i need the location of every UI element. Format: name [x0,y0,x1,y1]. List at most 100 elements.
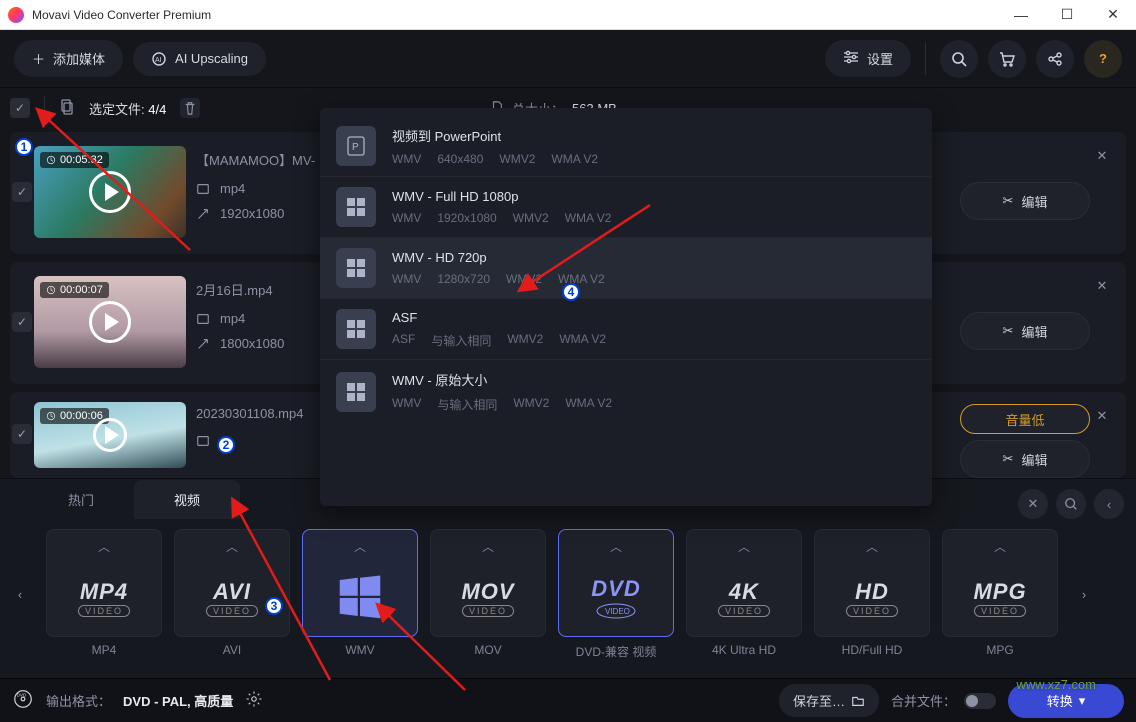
format-logo: MP4VIDEO [78,559,130,636]
watermark: www.xz7.com [1017,677,1096,692]
format-card[interactable]: ︿HDVIDEOHD/Full HD [814,529,930,660]
preset-row[interactable]: ASFASF与输入相同WMV2WMA V2 [320,299,932,360]
cart-button[interactable] [988,40,1026,78]
format-logo: MPGVIDEO [973,559,1026,636]
help-button[interactable]: ? [1084,40,1122,78]
window-titlebar: Movavi Video Converter Premium — ☐ ✕ [0,0,1136,30]
edit-button[interactable]: 编辑 [960,440,1090,478]
remove-file-button[interactable]: ✕ [1090,144,1114,168]
preset-row[interactable]: WMV - HD 720pWMV1280x720WMV2WMA V2 [320,238,932,299]
switch-icon [964,693,996,709]
file-format-icon [196,182,210,196]
format-card[interactable]: ︿4KVIDEO4K Ultra HD [686,529,802,660]
preset-text: WMV - HD 720pWMV1280x720WMV2WMA V2 [392,250,605,286]
select-all-checkbox[interactable]: ✓ [10,98,30,118]
convert-label: 转换 [1047,691,1073,710]
format-label: HD/Full HD [814,643,930,657]
cart-icon [999,51,1015,67]
format-box: ︿DVDVIDEO [558,529,674,637]
format-box: ︿MP4VIDEO [46,529,162,637]
file-format-icon [196,434,210,448]
format-label: MOV [430,643,546,657]
preset-row[interactable]: WMV - Full HD 1080pWMV1920x1080WMV2WMA V… [320,177,932,238]
chevron-up-icon: ︿ [482,538,494,555]
file-format: m [220,433,231,448]
scissors-icon [1003,323,1014,339]
search-icon [1064,497,1078,511]
file-checkbox[interactable]: ✓ [12,312,32,332]
search-button[interactable] [940,40,978,78]
format-logo: HDVIDEO [846,559,898,636]
merge-files-label: 合并文件： [891,691,956,710]
close-button[interactable]: ✕ [1090,0,1136,30]
maximize-button[interactable]: ☐ [1044,0,1090,30]
powerpoint-icon: P [336,126,376,166]
dvd-output-icon: DVD [12,688,34,713]
preset-title: ASF [392,310,606,325]
settings-label: 设置 [867,49,893,68]
windows-icon [336,309,376,349]
selected-files-text: 选定文件: 4/4 [89,99,166,118]
format-logo [333,559,387,636]
file-resolution: 1920x1080 [220,206,284,221]
preset-meta: WMV与输入相同WMV2WMA V2 [392,396,612,413]
preset-row[interactable]: P视频到 PowerPointWMV640x480WMV2WMA V2 [320,116,932,177]
search-format-button[interactable] [1056,489,1086,519]
share-button[interactable] [1036,40,1074,78]
output-settings-button[interactable] [245,690,263,711]
format-card[interactable]: ︿MP4VIDEO MP4 [46,529,162,660]
remove-file-button[interactable]: ✕ [1090,404,1114,428]
file-checkbox[interactable]: ✓ [12,424,32,444]
save-to-button[interactable]: 保存至… [779,684,879,717]
file-format-icon [196,312,210,326]
play-icon[interactable] [89,301,131,343]
audio-low-warning[interactable]: 音量低 [960,404,1090,434]
preset-row[interactable]: WMV - 原始大小WMV与输入相同WMV2WMA V2 [320,360,932,423]
windows-icon [336,248,376,288]
windows-icon [336,187,376,227]
merge-files-toggle[interactable]: 合并文件： [891,691,996,710]
tab-hot[interactable]: 热门 [28,480,134,519]
clock-icon [46,155,56,165]
tab-video[interactable]: 视频 [134,480,240,519]
file-thumbnail[interactable]: 00:05:32 [34,146,186,238]
format-card[interactable]: ︿MPGVIDEOMPG [942,529,1058,660]
settings-button[interactable]: 设置 [825,40,911,77]
carousel-prev[interactable]: ‹ [6,535,34,655]
format-label: 4K Ultra HD [686,643,802,657]
window-title: Movavi Video Converter Premium [32,8,211,22]
file-checkbox[interactable]: ✓ [12,182,32,202]
file-thumbnail[interactable]: 00:00:06 [34,402,186,468]
chevron-down-icon: ▾ [1079,693,1086,709]
preset-text: WMV - 原始大小WMV与输入相同WMV2WMA V2 [392,370,612,413]
carousel-next[interactable]: › [1070,535,1098,655]
ai-upscaling-button[interactable]: AI AI Upscaling [133,42,266,76]
preset-text: ASFASF与输入相同WMV2WMA V2 [392,310,606,349]
play-icon[interactable] [93,418,127,452]
delete-button[interactable] [180,98,200,118]
file-thumbnail[interactable]: 00:00:07 [34,276,186,368]
add-media-label: 添加媒体 [53,49,105,68]
minimize-button[interactable]: — [998,0,1044,30]
edit-label: 编辑 [1021,192,1047,211]
format-label: MP4 [46,643,162,657]
expand-button[interactable]: ‹ [1094,489,1124,519]
preset-text: WMV - Full HD 1080pWMV1920x1080WMV2WMA V… [392,189,611,225]
edit-button[interactable]: 编辑 [960,182,1090,220]
selected-files-count: 4/4 [148,102,166,117]
format-carousel: ‹ ︿MP4VIDEO MP4 ︿AVIVIDEOAVI︿WMV ︿ MOVVIDEO M… [0,519,1136,660]
format-card[interactable]: ︿WMV [302,529,418,660]
add-media-button[interactable]: ＋ 添加媒体 [14,40,123,77]
remove-file-button[interactable]: ✕ [1090,274,1114,298]
trash-icon [183,101,197,115]
format-card[interactable]: ︿ MOVVIDEO MOV [430,529,546,660]
preset-title: WMV - HD 720p [392,250,605,265]
format-card[interactable]: ︿AVIVIDEOAVI [174,529,290,660]
format-logo: MOVVIDEO [461,559,514,636]
format-box: ︿ MOVVIDEO [430,529,546,637]
format-card[interactable]: ︿DVDVIDEODVD-兼容 视频 [558,529,674,660]
play-icon[interactable] [89,171,131,213]
svg-text:AI: AI [155,57,162,64]
edit-button[interactable]: 编辑 [960,312,1090,350]
clear-search-button[interactable]: ✕ [1018,489,1048,519]
